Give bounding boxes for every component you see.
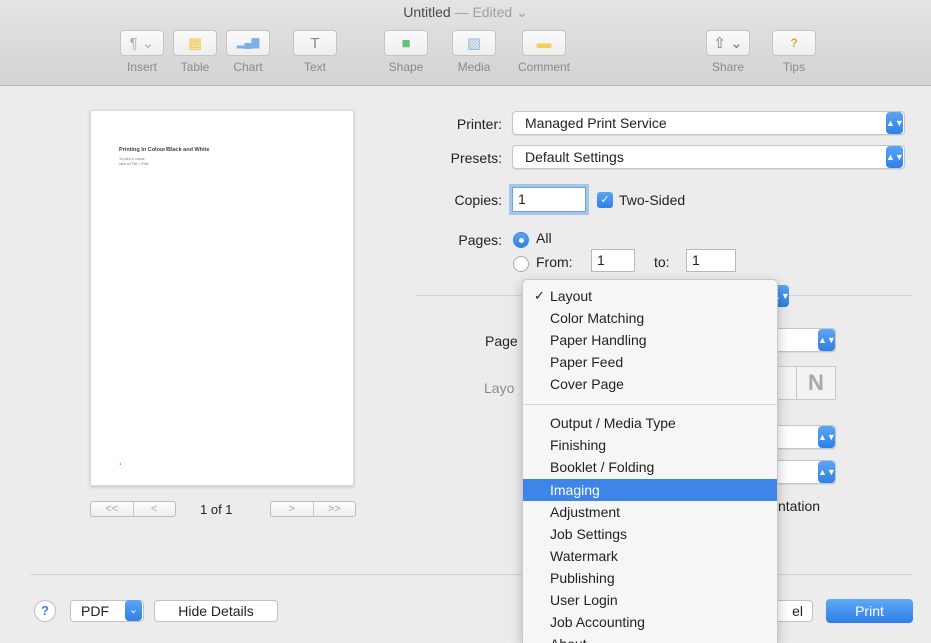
media-label: Media: [457, 60, 491, 74]
page-indicator: 1 of 1: [200, 502, 233, 517]
bottom-separator: [30, 574, 913, 575]
pdf-label: PDF: [81, 603, 109, 619]
preview-doc-line: To print in colour:: [119, 157, 146, 161]
presets-label: Presets:: [450, 150, 502, 166]
menu-separator: [523, 404, 777, 405]
menu-item-adjustment[interactable]: Adjustment: [523, 501, 777, 523]
insert-button[interactable]: ¶ ⌄ Insert: [114, 30, 170, 74]
tips-icon: ?: [772, 30, 816, 56]
tips-label: Tips: [782, 60, 806, 74]
preview-page-number: 1: [119, 461, 122, 466]
preview-doc-line: click on File > Print: [119, 162, 149, 166]
pages-from-input[interactable]: 1: [591, 249, 635, 272]
chart-label: Chart: [233, 60, 263, 74]
title-chevron-icon[interactable]: ⌄: [516, 4, 528, 20]
text-button[interactable]: T Text: [287, 30, 343, 74]
menu-item-paper-handling[interactable]: Paper Handling: [523, 329, 777, 351]
insert-label: Insert: [126, 60, 157, 74]
copies-input[interactable]: 1: [512, 187, 586, 212]
layout-direction-label: Layo: [484, 380, 515, 396]
share-icon: ⇧ ⌄: [706, 30, 750, 56]
next-page-button[interactable]: >: [271, 502, 313, 516]
menu-item-booklet-folding[interactable]: Booklet / Folding: [523, 456, 777, 478]
menu-item-finishing[interactable]: Finishing: [523, 434, 777, 456]
pages-label: Pages:: [458, 232, 502, 248]
preview-back-nav: << <: [90, 501, 176, 517]
pages-from-label: From:: [536, 254, 573, 270]
tips-button[interactable]: ? Tips: [766, 30, 822, 74]
chart-icon: ▂▄▇: [226, 30, 270, 56]
media-icon: ▨: [452, 30, 496, 56]
preview-forward-nav: > >>: [270, 501, 356, 517]
shape-icon: ■: [384, 30, 428, 56]
layout-n-direction-icon[interactable]: N: [796, 366, 836, 400]
share-button[interactable]: ⇧ ⌄ Share: [700, 30, 756, 74]
document-name: Untitled: [403, 4, 451, 20]
printer-value: Managed Print Service: [525, 115, 667, 131]
chart-button[interactable]: ▂▄▇ Chart: [220, 30, 276, 74]
two-sided-select-arrows-icon: ▲▼: [818, 461, 836, 483]
pages-all-label: All: [536, 230, 552, 246]
menu-item-paper-feed[interactable]: Paper Feed: [523, 351, 777, 373]
text-icon: T: [293, 30, 337, 56]
table-label: Table: [180, 60, 210, 74]
hide-details-button[interactable]: Hide Details: [154, 600, 278, 622]
pages-per-sheet-arrows-icon: ▲▼: [818, 329, 836, 351]
border-select-arrows-icon: ▲▼: [818, 426, 836, 448]
pages-to-input[interactable]: 1: [686, 249, 736, 272]
presets-select-arrows-icon: ▲▼: [886, 146, 904, 168]
print-preview-page: Printing In Colour/Black and White To pr…: [90, 110, 354, 486]
paragraph-icon: ¶ ⌄: [120, 30, 164, 56]
pdf-chevron-down-icon[interactable]: ⌄: [125, 600, 142, 621]
table-icon: ▦: [173, 30, 217, 56]
comment-label: Comment: [517, 60, 570, 74]
pages-from-radio[interactable]: [513, 256, 529, 272]
toolbar: Untitled — Edited ⌄ ¶ ⌄ Insert ▦ Table ▂…: [0, 0, 931, 86]
printer-select[interactable]: Managed Print Service: [512, 111, 905, 135]
two-sided-checkbox[interactable]: ✓: [597, 192, 613, 208]
menu-item-job-accounting[interactable]: Job Accounting: [523, 611, 777, 633]
preview-doc-title: Printing In Colour/Black and White: [119, 147, 210, 153]
menu-item-user-login[interactable]: User Login: [523, 589, 777, 611]
window-title: Untitled — Edited ⌄: [0, 4, 931, 21]
menu-item-about[interactable]: About: [523, 633, 777, 643]
printer-label: Printer:: [456, 116, 502, 132]
print-options-menu: Layout Color Matching Paper Handling Pap…: [522, 279, 778, 643]
presets-value: Default Settings: [525, 149, 624, 165]
printer-select-arrows-icon: ▲▼: [886, 112, 904, 134]
two-sided-label: Two-Sided: [619, 192, 686, 208]
menu-item-cover-page[interactable]: Cover Page: [523, 373, 777, 395]
shape-label: Shape: [388, 60, 424, 74]
text-label: Text: [303, 60, 326, 74]
copies-label: Copies:: [454, 192, 502, 208]
previous-page-button[interactable]: <: [132, 502, 176, 516]
shape-button[interactable]: ■ Shape: [378, 30, 434, 74]
presets-select[interactable]: Default Settings: [512, 145, 905, 169]
share-label: Share: [711, 60, 745, 74]
print-button[interactable]: Print: [826, 599, 913, 623]
help-icon[interactable]: ?: [34, 600, 56, 622]
menu-item-publishing[interactable]: Publishing: [523, 567, 777, 589]
menu-item-imaging[interactable]: Imaging: [523, 479, 777, 501]
pages-per-sheet-label: Page: [485, 333, 518, 349]
pages-to-label: to:: [654, 254, 670, 270]
first-page-button[interactable]: <<: [91, 502, 133, 516]
reverse-orientation-label: ntation: [778, 498, 821, 514]
menu-item-output-media-type[interactable]: Output / Media Type: [523, 412, 777, 434]
menu-item-layout[interactable]: Layout: [523, 285, 777, 307]
last-page-button[interactable]: >>: [312, 502, 356, 516]
menu-item-color-matching[interactable]: Color Matching: [523, 307, 777, 329]
menu-item-watermark[interactable]: Watermark: [523, 545, 777, 567]
media-button[interactable]: ▨ Media: [446, 30, 502, 74]
comment-button[interactable]: ▬ Comment: [516, 30, 572, 74]
table-button[interactable]: ▦ Table: [167, 30, 223, 74]
comment-icon: ▬: [522, 30, 566, 56]
edited-status: — Edited: [454, 4, 513, 20]
menu-item-job-settings[interactable]: Job Settings: [523, 523, 777, 545]
pages-all-radio[interactable]: [513, 232, 529, 248]
